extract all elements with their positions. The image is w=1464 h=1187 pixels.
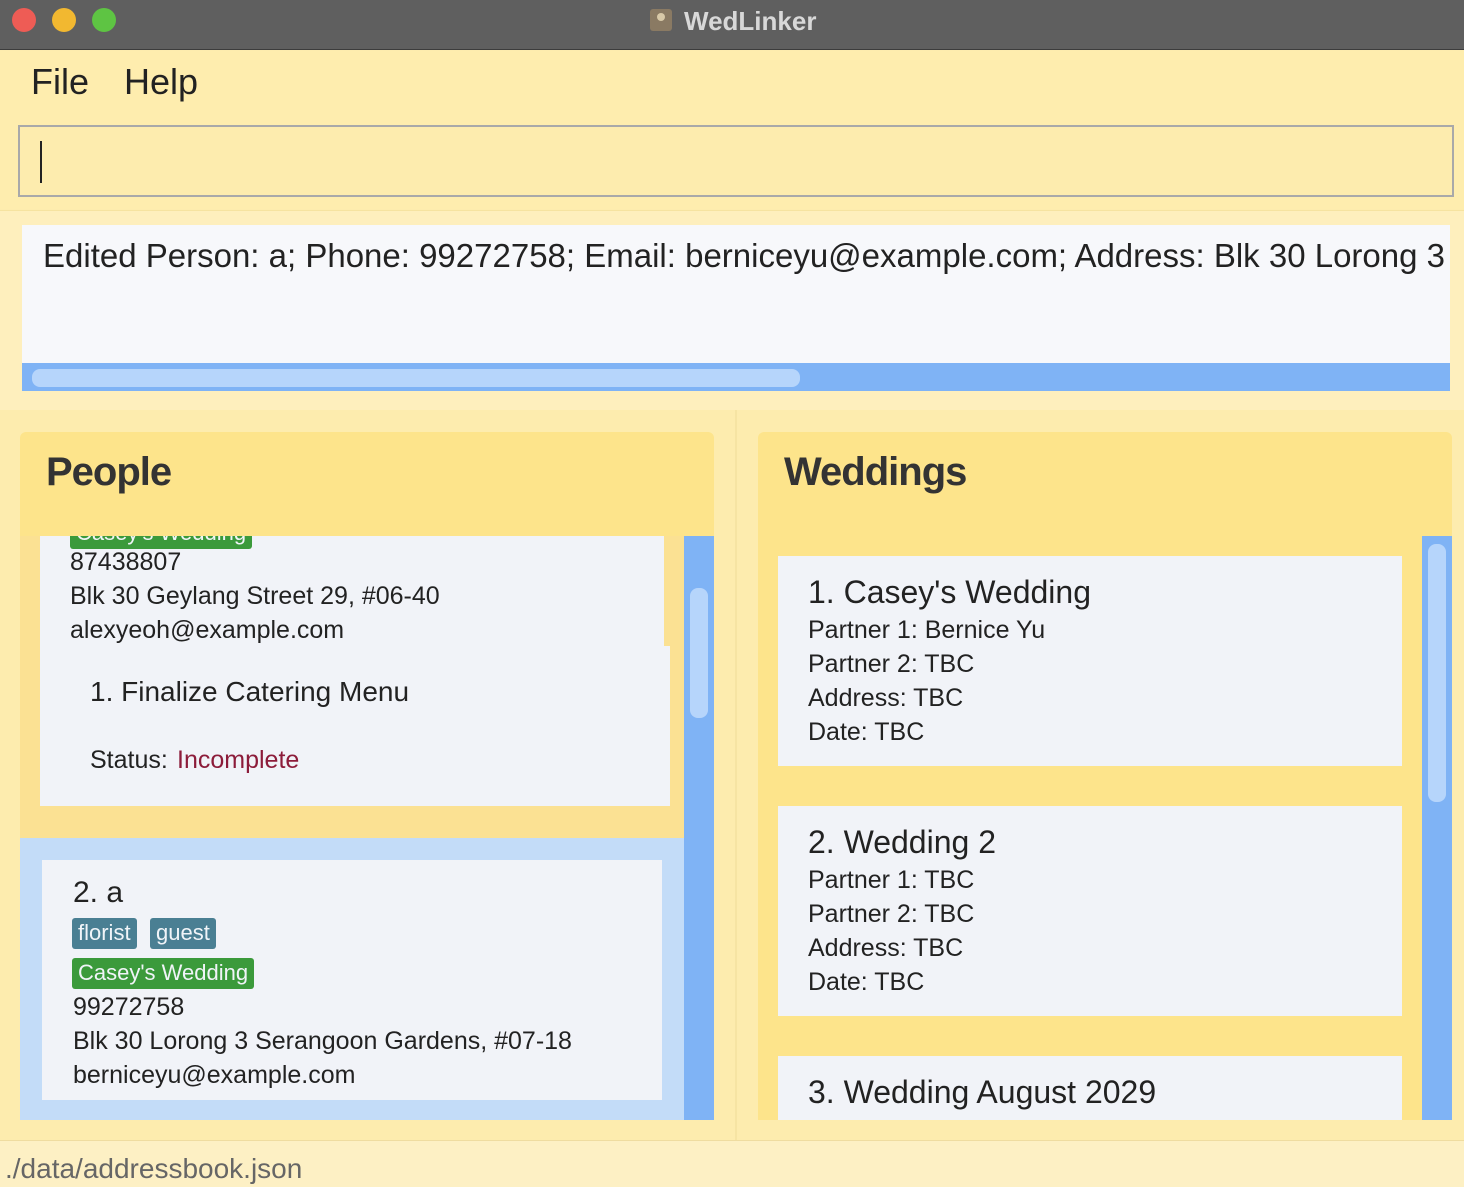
person-email: alexyeoh@example.com — [70, 616, 345, 644]
wedding-card[interactable]: 2. Wedding 2 Partner 1: TBC Partner 2: T… — [778, 806, 1402, 1016]
wedding-name: 3. Wedding August 2029 — [808, 1074, 1157, 1110]
main-panels: People Casey's Wedding 87438807 Blk 30 G… — [0, 410, 1464, 1140]
wedding-tag: Casey's Wedding — [72, 958, 255, 989]
person-address: Blk 30 Lorong 3 Serangoon Gardens, #07-1… — [73, 1027, 572, 1055]
app-icon — [650, 9, 672, 31]
people-list: Casey's Wedding 87438807 Blk 30 Geylang … — [20, 536, 684, 1120]
wedding-address: Address: TBC — [808, 684, 964, 712]
scrollbar-thumb[interactable] — [1428, 544, 1446, 802]
wedding-card[interactable]: 3. Wedding August 2029 — [778, 1056, 1402, 1120]
weddings-title: Weddings — [784, 450, 967, 494]
task-status-value: Incomplete — [177, 746, 300, 774]
maximize-window-button[interactable] — [92, 8, 116, 32]
wedding-name: 1. Casey's Wedding — [808, 574, 1091, 610]
person-address: Blk 30 Geylang Street 29, #06-40 — [70, 582, 440, 610]
scrollbar-thumb[interactable] — [690, 588, 708, 718]
result-horizontal-scrollbar[interactable] — [22, 363, 1450, 391]
window-title: WedLinker — [684, 6, 817, 36]
task-status-label: Status: — [90, 746, 168, 774]
command-area — [0, 113, 1464, 209]
title-bar: WedLinker — [0, 0, 1464, 50]
result-display: Edited Person: a; Phone: 99272758; Email… — [22, 225, 1450, 391]
wedding-partner2: Partner 2: TBC — [808, 900, 975, 928]
data-file-path: ./data/addressbook.json — [5, 1153, 303, 1184]
scrollbar-thumb[interactable] — [32, 369, 800, 387]
wedding-partner1: Partner 1: Bernice Yu — [808, 616, 1046, 644]
menu-bar: File Help — [0, 51, 1464, 113]
close-window-button[interactable] — [12, 8, 36, 32]
wedding-card[interactable]: 1. Casey's Wedding Partner 1: Bernice Yu… — [778, 556, 1402, 766]
people-panel: People Casey's Wedding 87438807 Blk 30 G… — [20, 432, 714, 1120]
weddings-list: 1. Casey's Wedding Partner 1: Bernice Yu… — [758, 536, 1422, 1120]
person-card: 2. a florist guest Casey's Wedding 99272… — [42, 860, 662, 1100]
wedding-date: Date: TBC — [808, 718, 925, 746]
tag-florist: florist — [72, 918, 137, 949]
person-row-selected[interactable]: 2. a florist guest Casey's Wedding 99272… — [20, 838, 684, 1120]
wedding-address: Address: TBC — [808, 934, 964, 962]
status-bar: ./data/addressbook.json — [0, 1140, 1464, 1187]
menu-file[interactable]: File — [31, 61, 89, 103]
text-caret — [40, 141, 42, 183]
task-card: 1. Finalize Catering Menu Status: Incomp… — [40, 646, 670, 806]
person-name: 2. a — [73, 876, 124, 909]
wedding-partner1: Partner 1: TBC — [808, 866, 975, 894]
tag-guest: guest — [150, 918, 216, 949]
minimize-window-button[interactable] — [52, 8, 76, 32]
people-vertical-scrollbar[interactable] — [684, 536, 714, 1120]
result-area: Edited Person: a; Phone: 99272758; Email… — [0, 210, 1464, 410]
weddings-panel: Weddings 1. Casey's Wedding Partner 1: B… — [758, 432, 1452, 1120]
wedding-name: 2. Wedding 2 — [808, 824, 996, 860]
panel-divider[interactable] — [735, 410, 737, 1140]
people-title: People — [46, 450, 172, 494]
result-text: Edited Person: a; Phone: 99272758; Email… — [43, 237, 1450, 274]
command-input[interactable] — [18, 125, 1454, 197]
wedding-date: Date: TBC — [808, 968, 925, 996]
person-phone: 87438807 — [70, 548, 182, 576]
person-phone: 99272758 — [73, 993, 185, 1021]
menu-help[interactable]: Help — [124, 61, 198, 103]
weddings-vertical-scrollbar[interactable] — [1422, 536, 1452, 1120]
person-email: berniceyu@example.com — [73, 1061, 356, 1089]
person-card[interactable]: Casey's Wedding 87438807 Blk 30 Geylang … — [40, 536, 670, 816]
wedding-partner2: Partner 2: TBC — [808, 650, 975, 678]
task-title: 1. Finalize Catering Menu — [90, 676, 410, 707]
